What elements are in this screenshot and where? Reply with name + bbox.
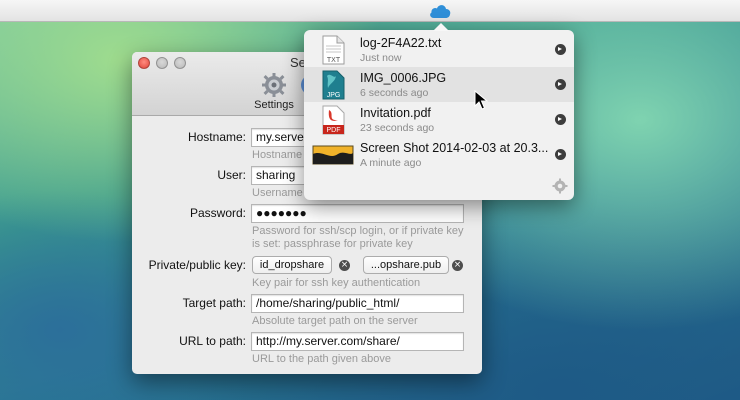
url-path-label: URL to path: [179,334,246,348]
file-name: Screen Shot 2014-02-03 at 20.3... [360,141,549,155]
minimize-button[interactable] [156,57,168,69]
target-path-hint: Absolute target path on the server [252,315,418,327]
keys-label: Private/public key: [148,258,246,272]
popover-arrow [433,23,449,31]
hostname-label: Hostname: [187,130,246,144]
password-field[interactable]: ●●●●●●● [251,204,464,223]
open-arrow-icon[interactable] [555,79,566,90]
clear-private-key-icon[interactable]: × [339,260,350,271]
private-key-button[interactable]: id_dropshare [252,256,332,274]
clear-public-key-icon[interactable]: × [452,260,463,271]
file-row-screenshot[interactable]: Screen Shot 2014-02-03 at 20.3... A minu… [304,137,574,172]
password-hint: Password for ssh/scp login, or if privat… [252,225,464,250]
cloud-icon[interactable] [428,2,452,20]
screenshot-thumbnail-icon [312,145,354,165]
public-key-button[interactable]: ...opshare.pub [363,256,449,274]
open-arrow-icon[interactable] [555,44,566,55]
file-name: Invitation.pdf [360,106,431,120]
file-time: A minute ago [360,157,422,169]
password-label: Password: [189,206,246,220]
svg-text:PDF: PDF [327,127,341,134]
svg-text:JPG: JPG [327,92,341,99]
target-path-field[interactable]: /home/sharing/public_html/ [251,294,464,313]
toolbar-tab-settings-label: Settings [254,99,294,111]
open-arrow-icon[interactable] [555,149,566,160]
toolbar-tab-settings[interactable]: Settings [254,72,294,111]
user-label: User: [217,168,246,182]
url-path-hint: URL to the path given above [252,353,392,365]
url-path-field[interactable]: http://my.server.com/share/ [251,332,464,351]
gear-icon[interactable] [552,178,568,194]
file-name: IMG_0006.JPG [360,71,447,85]
file-time: 23 seconds ago [360,122,435,134]
window-controls [138,57,186,69]
open-arrow-icon[interactable] [555,114,566,125]
jpg-file-icon: JPG [322,70,345,100]
file-row-log[interactable]: TXT log-2F4A22.txt Just now [304,32,574,67]
recent-files-popover: TXT log-2F4A22.txt Just now JPG IMG_0006… [304,23,574,200]
file-row-pdf[interactable]: PDF Invitation.pdf 23 seconds ago [304,102,574,137]
file-time: 6 seconds ago [360,87,429,99]
keys-hint: Key pair for ssh key authentication [252,277,421,289]
zoom-button[interactable] [174,57,186,69]
file-time: Just now [360,52,402,64]
pdf-file-icon: PDF [322,105,345,135]
svg-text:TXT: TXT [327,57,341,64]
menu-bar [0,0,740,22]
target-path-label: Target path: [182,296,246,310]
txt-file-icon: TXT [322,35,345,65]
mouse-pointer-icon [474,90,488,110]
close-button[interactable] [138,57,150,69]
file-row-image[interactable]: JPG IMG_0006.JPG 6 seconds ago [304,67,574,102]
file-name: log-2F4A22.txt [360,36,442,50]
gears-icon [262,73,286,97]
